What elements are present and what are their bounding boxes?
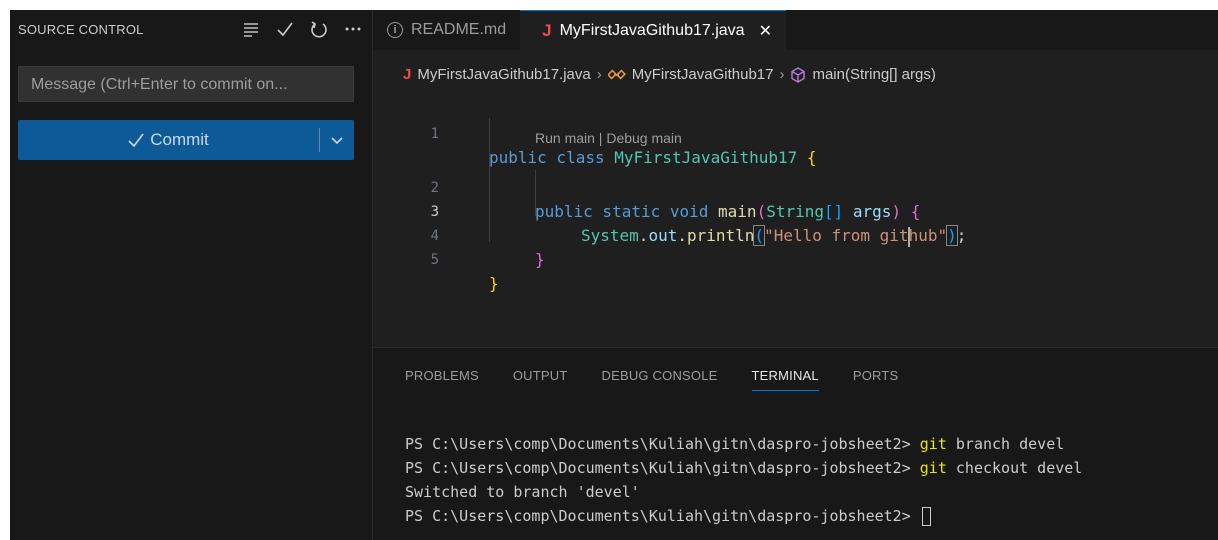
line-number: 5	[430, 252, 439, 268]
tab-debug-console[interactable]: DEBUG CONSOLE	[602, 368, 718, 391]
panel-tabs: PROBLEMS OUTPUT DEBUG CONSOLE TERMINAL P…	[405, 368, 898, 391]
sidebar-title: SOURCE CONTROL	[18, 22, 144, 37]
commit-check-icon	[128, 133, 144, 147]
breadcrumb-file[interactable]: MyFirstJavaGithub17.java	[417, 66, 590, 83]
terminal-line: PS C:\Users\comp\Documents\Kuliah\gitn\d…	[405, 432, 1082, 456]
string-literal-start: "Hello from git	[764, 226, 909, 245]
terminal-line: PS C:\Users\comp\Documents\Kuliah\gitn\d…	[405, 456, 1082, 480]
sidebar-actions	[241, 18, 363, 40]
terminal-output: Switched to branch 'devel'	[405, 483, 640, 501]
commit-label: Commit	[150, 130, 209, 149]
terminal-args: branch devel	[946, 435, 1065, 453]
code-line-4: 4 }	[373, 200, 545, 269]
method-icon	[791, 66, 806, 83]
terminal-args: checkout devel	[946, 459, 1083, 477]
terminal-cursor	[921, 507, 931, 526]
codelens[interactable]: Run main | Debug main	[535, 130, 682, 146]
tab-ports[interactable]: PORTS	[853, 368, 899, 391]
class-icon	[607, 69, 626, 79]
check-icon[interactable]	[275, 18, 295, 40]
tab-terminal[interactable]: TERMINAL	[751, 368, 819, 391]
commit-message-input[interactable]	[29, 67, 347, 103]
tab-output[interactable]: OUTPUT	[513, 368, 568, 391]
editor-area: i README.md J MyFirstJavaGithub17.java ✕…	[373, 10, 1218, 347]
close-tab-icon[interactable]: ✕	[759, 21, 772, 41]
code-line-2: 2 public static void main(String[] args)…	[373, 152, 921, 221]
line-number: 1	[430, 126, 439, 142]
code-line-5: 5 }	[373, 224, 499, 293]
more-actions-icon[interactable]	[343, 18, 363, 40]
java-icon: J	[542, 20, 552, 40]
class-name: MyFirstJavaGithub17	[614, 148, 798, 167]
info-icon: i	[387, 22, 403, 38]
commit-button[interactable]: Commit	[18, 120, 319, 160]
terminal-prompt: PS C:\Users\comp\Documents\Kuliah\gitn\d…	[405, 459, 920, 477]
breadcrumb: J MyFirstJavaGithub17.java › MyFirstJava…	[403, 66, 936, 83]
terminal-command: git	[919, 459, 947, 477]
tab-problems[interactable]: PROBLEMS	[405, 368, 479, 391]
breadcrumb-class[interactable]: MyFirstJavaGithub17	[632, 66, 774, 83]
refresh-icon[interactable]	[309, 18, 329, 40]
terminal-line: PS C:\Users\comp\Documents\Kuliah\gitn\d…	[405, 504, 1082, 528]
tab-java-file[interactable]: J MyFirstJavaGithub17.java ✕	[520, 10, 786, 50]
vscode-window: SOURCE CONTROL Co	[10, 10, 1218, 540]
terminal-prompt: PS C:\Users\comp\Documents\Kuliah\gitn\d…	[405, 507, 920, 525]
commit-dropdown-button[interactable]	[320, 120, 354, 160]
code-line-3: 3 System.out.println("Hello from github"…	[373, 176, 966, 247]
editor-tabs: i README.md J MyFirstJavaGithub17.java ✕	[373, 10, 1218, 50]
terminal-prompt: PS C:\Users\comp\Documents\Kuliah\gitn\d…	[405, 435, 920, 453]
bottom-panel: PROBLEMS OUTPUT DEBUG CONSOLE TERMINAL P…	[373, 347, 1218, 540]
code-line-1: 1 public class MyFirstJavaGithub17 {	[373, 98, 817, 167]
commit-button-group: Commit	[18, 120, 354, 160]
tab-java-label: MyFirstJavaGithub17.java	[559, 21, 745, 39]
terminal-command: git	[919, 435, 947, 453]
chevron-right-icon: ›	[596, 66, 602, 83]
source-control-sidebar: SOURCE CONTROL Co	[10, 10, 373, 540]
string-literal-end: hub"	[908, 226, 948, 245]
tab-readme-label: README.md	[411, 21, 507, 38]
sidebar-header: SOURCE CONTROL	[10, 10, 373, 50]
chevron-right-icon: ›	[779, 66, 785, 83]
terminal[interactable]: PS C:\Users\comp\Documents\Kuliah\gitn\d…	[405, 432, 1082, 528]
commit-message-field[interactable]	[18, 66, 354, 103]
view-as-list-icon[interactable]	[241, 18, 261, 40]
breadcrumb-method[interactable]: main(String[] args)	[812, 66, 935, 83]
indent-guide	[489, 118, 490, 242]
chevron-down-icon	[331, 137, 343, 145]
tab-readme[interactable]: i README.md	[373, 10, 520, 50]
breadcrumb-java-icon: J	[403, 66, 412, 83]
